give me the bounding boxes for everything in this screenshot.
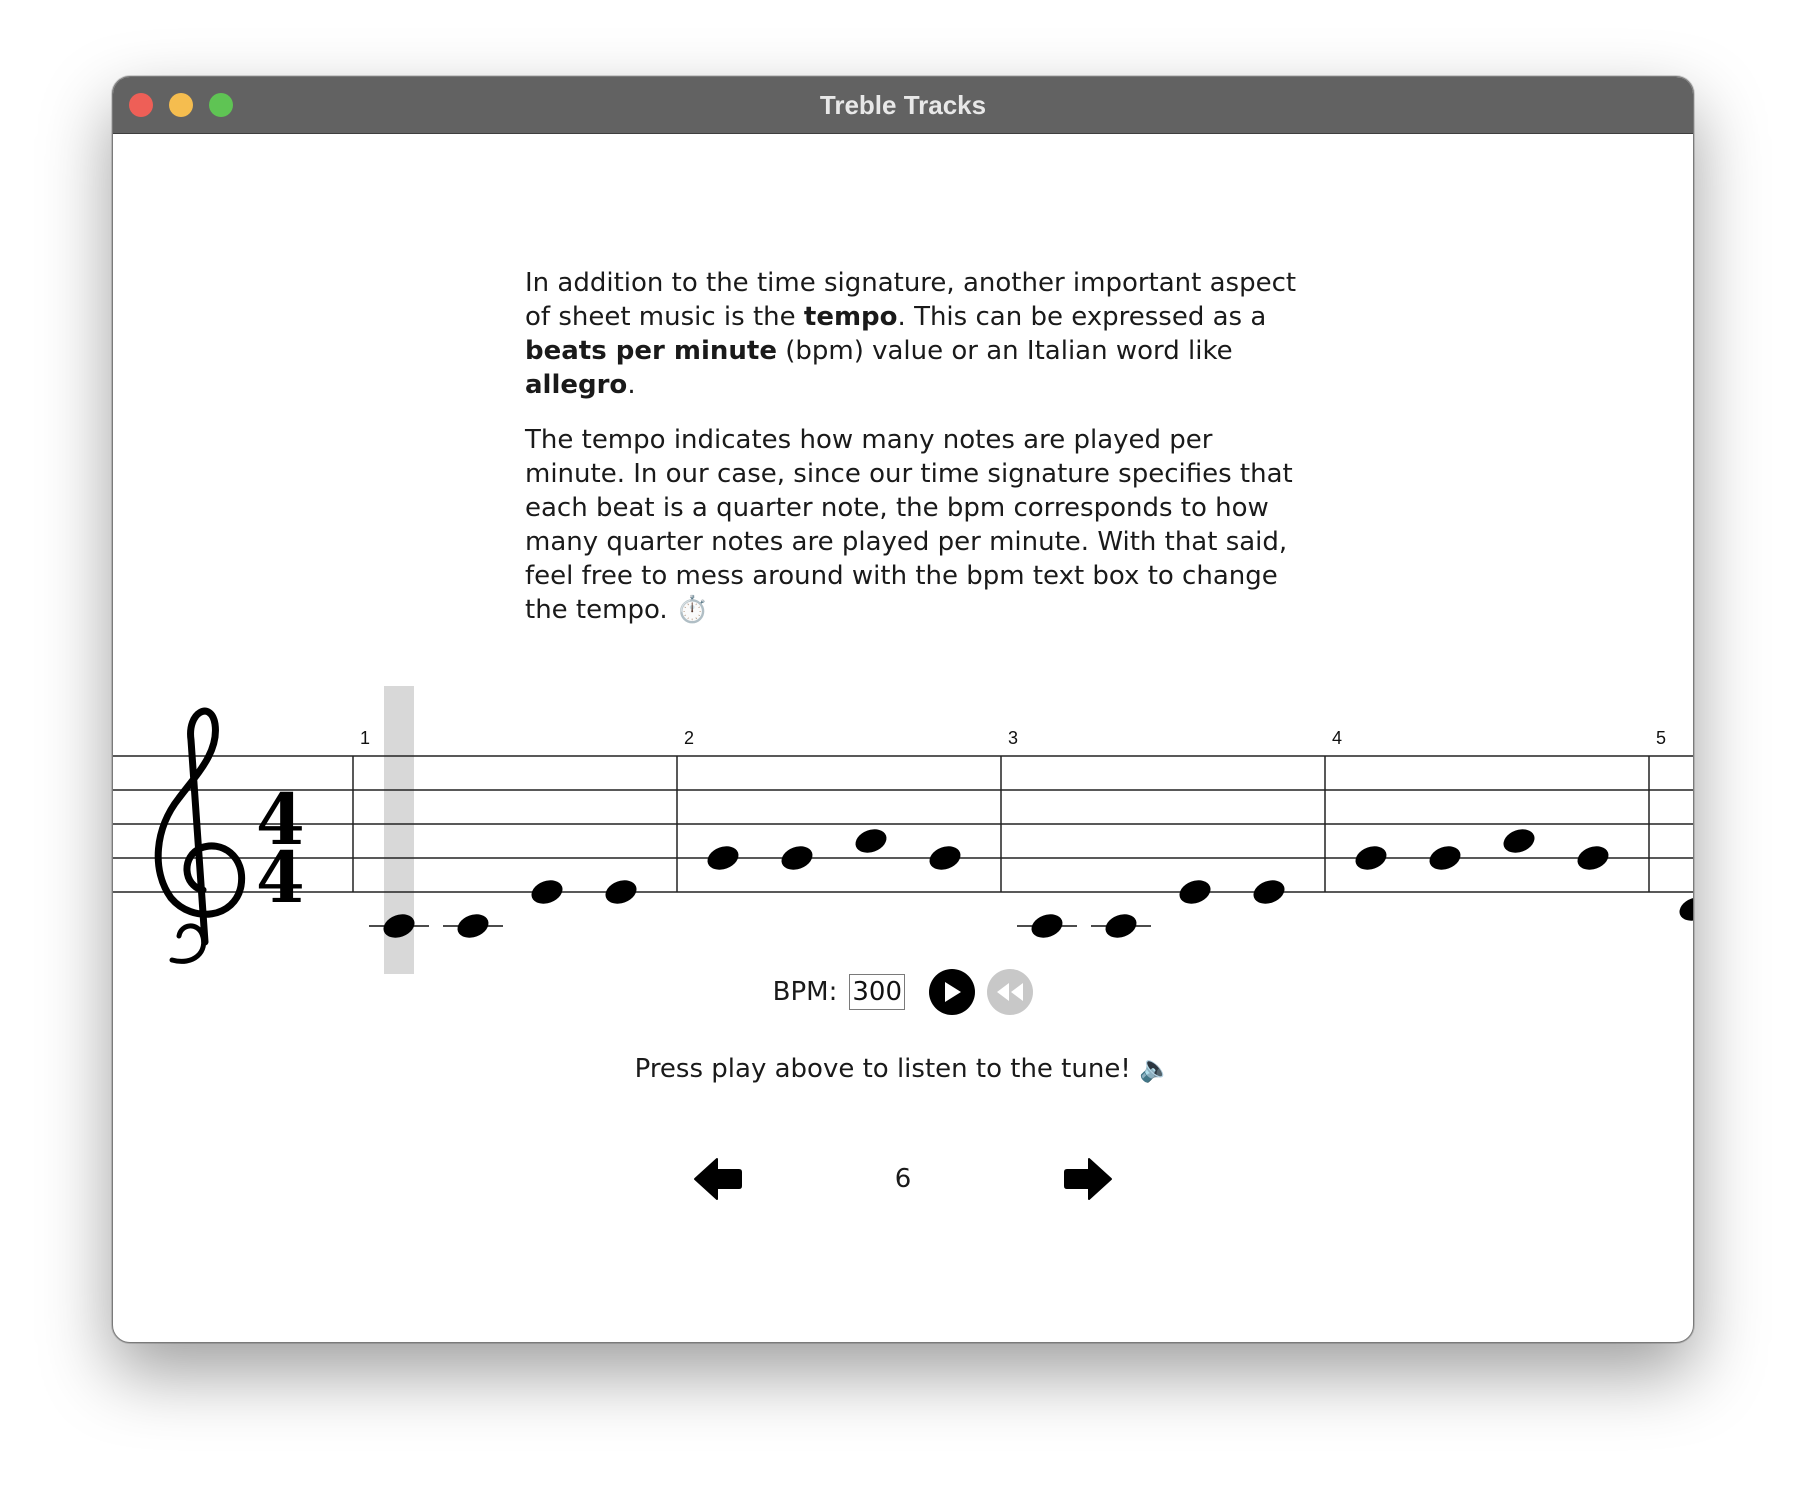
measure-number: 1: [360, 728, 370, 748]
treble-clef-icon: [154, 707, 246, 964]
measure-number: 3: [1008, 728, 1018, 748]
note-head: [457, 914, 489, 938]
rewind-icon: [997, 983, 1024, 1001]
measure-number: 4: [1332, 728, 1342, 748]
page-number: 6: [894, 1164, 912, 1194]
note-head: [929, 846, 961, 870]
sheet-music-staff: 1 2 3 4 5 4 4: [113, 686, 1693, 974]
note-head: [855, 829, 887, 853]
speaker-icon: 🔈: [1139, 1054, 1172, 1084]
bpm-label: BPM:: [772, 977, 838, 1007]
time-signature-bottom: 4: [256, 836, 305, 919]
note-head: [1679, 897, 1693, 921]
note-head: [1031, 914, 1063, 938]
note-head: [1577, 846, 1609, 870]
note-head: [531, 880, 563, 904]
bpm-input[interactable]: [849, 974, 906, 1010]
previous-page-button[interactable]: [693, 1157, 743, 1201]
note-head: [1253, 880, 1285, 904]
app-window: Treble Tracks In addition to the time si…: [112, 76, 1694, 1343]
next-page-button[interactable]: [1063, 1157, 1113, 1201]
window-title: Treble Tracks: [819, 90, 987, 120]
note-head: [707, 846, 739, 870]
note-head: [1429, 846, 1461, 870]
lesson-pager: 6: [113, 1154, 1693, 1204]
note-head: [1503, 829, 1535, 853]
arrow-right-icon: [1064, 1158, 1112, 1200]
measure-number: 2: [684, 728, 694, 748]
arrow-left-icon: [694, 1158, 742, 1200]
note-head: [1105, 914, 1137, 938]
note-head: [781, 846, 813, 870]
lesson-content: In addition to the time signature, anoth…: [113, 134, 1693, 1342]
measure-number: 5: [1656, 728, 1666, 748]
play-icon: [945, 982, 962, 1002]
playback-controls: BPM:: [113, 968, 1693, 1016]
title-bar: Treble Tracks: [113, 77, 1693, 134]
note-head: [1179, 880, 1211, 904]
time-signature: 4 4: [256, 778, 305, 919]
rewind-button[interactable]: [987, 969, 1034, 1015]
note-head: [605, 880, 637, 904]
play-hint: Press play above to listen to the tune! …: [634, 1054, 1172, 1084]
note-head: [1355, 846, 1387, 870]
play-button[interactable]: [929, 969, 976, 1015]
